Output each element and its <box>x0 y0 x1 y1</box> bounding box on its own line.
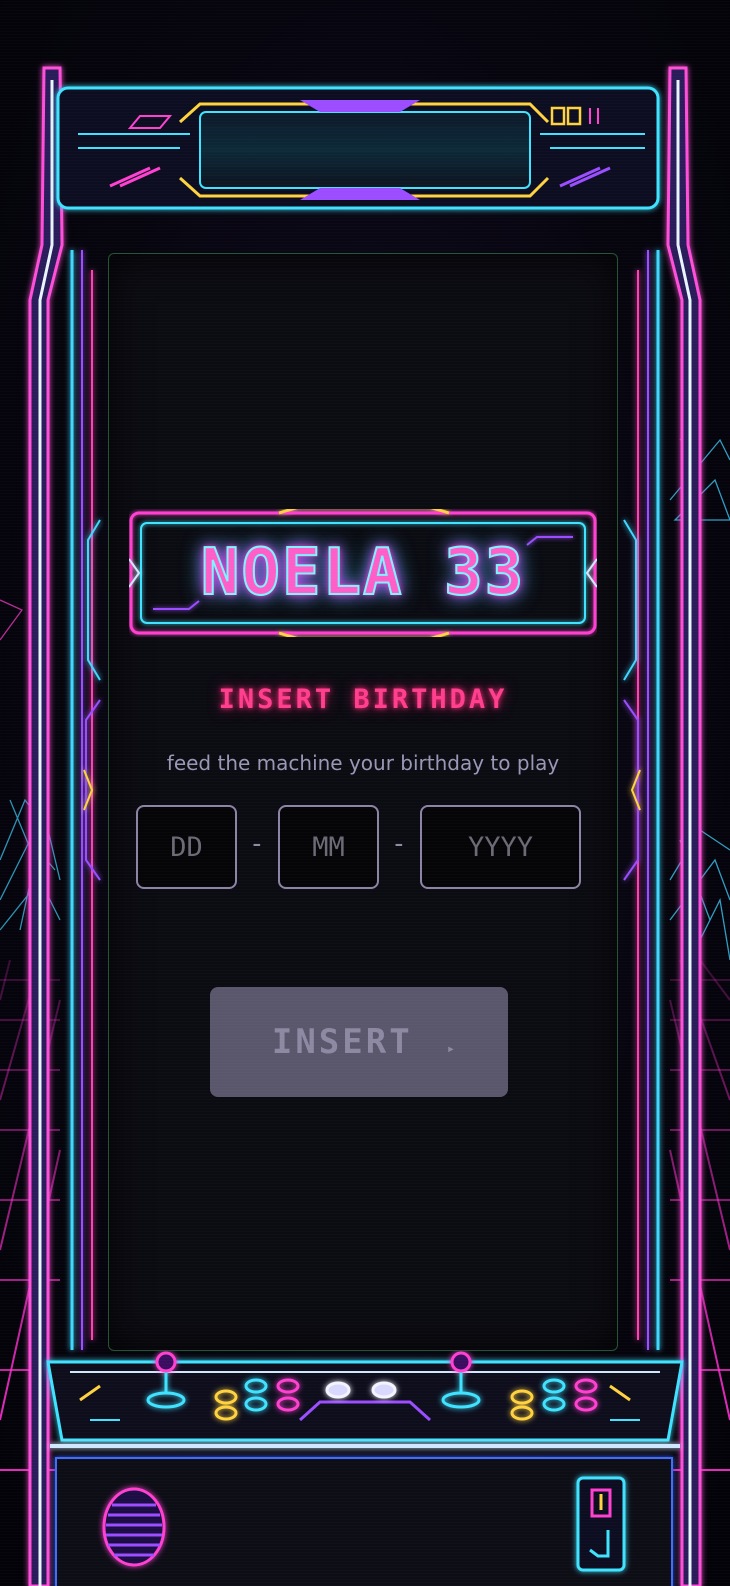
insert-birthday-heading: INSERT BIRTHDAY <box>218 684 508 715</box>
day-input[interactable] <box>136 805 237 889</box>
game-logo: NOELA 33 <box>129 509 597 637</box>
instruction-text: feed the machine your birthday to play <box>166 751 560 775</box>
logo-title: NOELA 33 <box>200 535 526 611</box>
insert-button-label: INSERT <box>271 1022 413 1062</box>
month-input[interactable] <box>278 805 379 889</box>
speaker-grille-icon <box>102 1487 166 1567</box>
cabinet-side-left <box>28 66 93 1586</box>
insert-button[interactable]: INSERT ▸ <box>210 987 508 1097</box>
arcade-screen: NOELA 33 INSERT BIRTHDAY feed the machin… <box>108 253 618 1351</box>
coin-slot-icon <box>576 1476 626 1572</box>
marquee <box>56 86 660 210</box>
year-input[interactable] <box>420 805 581 889</box>
date-separator: - <box>391 829 407 859</box>
date-separator: - <box>249 829 265 859</box>
control-panel <box>46 1360 684 1442</box>
arcade-scene: NOELA 33 INSERT BIRTHDAY feed the machin… <box>0 0 730 1586</box>
play-arrow-icon: ▸ <box>446 1041 459 1057</box>
cabinet-side-right <box>637 66 702 1586</box>
